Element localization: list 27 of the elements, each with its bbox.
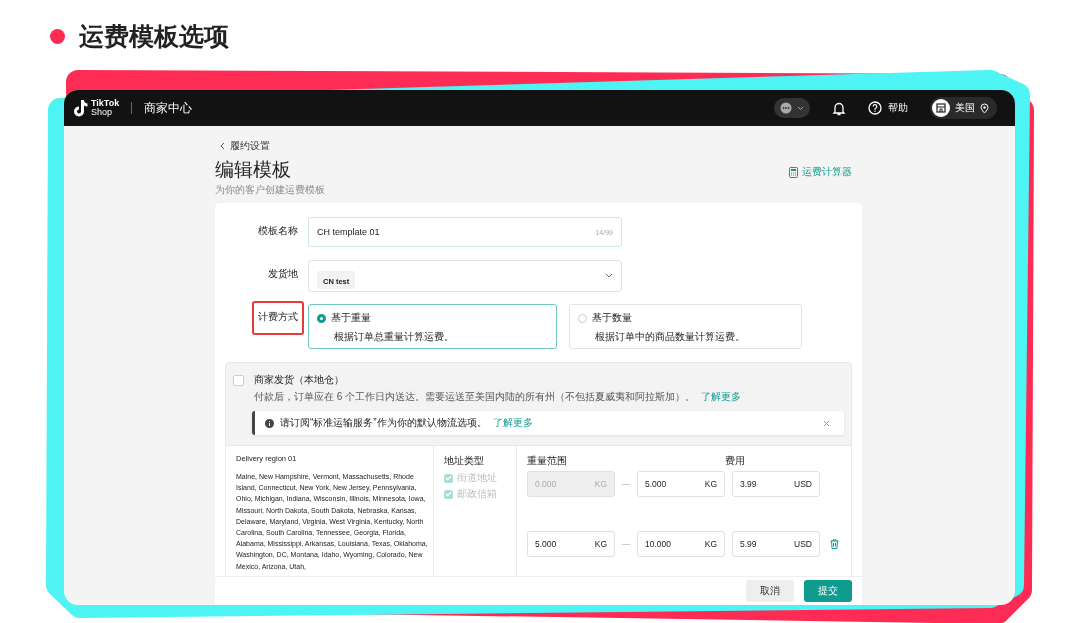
help-link[interactable]: 帮助 <box>888 101 908 115</box>
logo-subtext: Shop <box>91 108 114 117</box>
back-link[interactable]: 履约设置 <box>215 139 270 153</box>
fee-field[interactable]: 5.99 USD <box>732 531 820 557</box>
section-title: 商家发货（本地仓） <box>254 373 345 387</box>
slide-heading: 运费模板选项 <box>79 20 229 52</box>
billing-option[interactable]: 基于重量 根据订单总重量计算运费。 <box>308 304 557 349</box>
app-name: 商家中心 <box>144 99 193 117</box>
learn-more-link[interactable]: 了解更多 <box>492 416 533 430</box>
page-title: 编辑模板 <box>215 158 292 182</box>
weight-to-field[interactable]: 10.000 KG <box>637 531 725 557</box>
column-label: 费用 <box>725 454 745 468</box>
weight-to-field[interactable]: 5.000 KG <box>637 471 725 497</box>
cancel-button[interactable]: 取消 <box>746 580 794 602</box>
field-label: 计费方式 <box>258 310 298 324</box>
field-label: 模板名称 <box>257 224 298 238</box>
field-label: 发货地 <box>267 267 298 281</box>
column-label: 地址类型 <box>444 454 485 468</box>
weight-from-field[interactable]: 5.000 KG <box>527 531 615 557</box>
logo-text: TikTok <box>91 99 120 108</box>
section-description: 付款后，订单应在 6 个工作日内送达。需要运送至美国内陆的所有州（不包括夏威夷和阿拉斯加）。 <box>254 390 696 404</box>
alert-text: 请订阅“标准运输服务”作为你的默认物流选项。 <box>280 416 487 430</box>
column-label: 重量范围 <box>527 454 568 468</box>
region-selector[interactable]: 美国 <box>930 97 997 119</box>
page-subtitle: 为你的客户创建运费模板 <box>215 183 325 197</box>
fee-field[interactable]: 3.99 USD <box>732 471 820 497</box>
billing-option[interactable]: 基于数量 根据订单中的商品数量计算运费。 <box>569 304 802 349</box>
